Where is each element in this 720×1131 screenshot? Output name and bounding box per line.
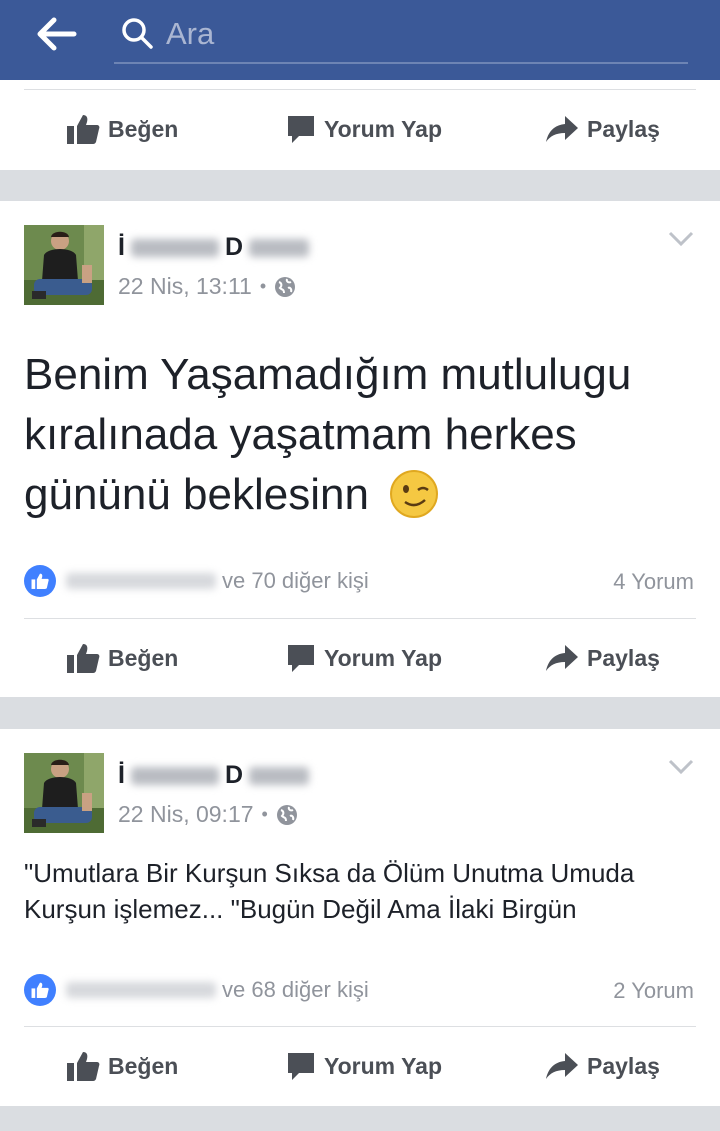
share-arrow-icon xyxy=(546,116,578,142)
share-label: Paylaş xyxy=(587,1052,660,1079)
comment-label: Yorum Yap xyxy=(324,1052,443,1079)
globe-icon xyxy=(275,276,296,297)
post-actions: Beğen Yorum Yap Paylaş xyxy=(0,90,720,168)
avatar-image xyxy=(24,225,104,305)
like-summary[interactable]: ve 68 diğer kişi xyxy=(24,974,369,1006)
comment-label: Yorum Yap xyxy=(324,115,443,142)
redacted-text xyxy=(66,573,216,589)
avatar[interactable] xyxy=(24,225,104,305)
thumbs-up-icon xyxy=(67,115,100,144)
redacted-text xyxy=(66,982,216,998)
likes-count-text: ve 70 diğer kişi xyxy=(222,568,369,593)
redacted-text xyxy=(249,766,310,785)
share-button[interactable]: Paylaş xyxy=(545,90,660,168)
share-label: Paylaş xyxy=(587,115,660,142)
author-name-first: İ xyxy=(118,761,125,789)
like-label: Beğen xyxy=(108,644,179,671)
post-card: İ D 22 Nis, 13:11 • Benim Yaşamadığım mu… xyxy=(0,201,720,697)
share-button[interactable]: Paylaş xyxy=(545,619,660,697)
share-button[interactable]: Paylaş xyxy=(545,1027,660,1105)
share-arrow-icon xyxy=(546,645,578,671)
like-reaction-icon xyxy=(24,974,56,1006)
like-button[interactable]: Beğen xyxy=(66,1027,178,1105)
like-reaction-icon xyxy=(24,565,56,597)
author-name-last: D xyxy=(224,233,244,261)
avatar[interactable] xyxy=(24,753,104,833)
comment-label: Yorum Yap xyxy=(324,644,443,671)
post-text: "Umutlara Bir Kurşun Sıksa da Ölüm Unutm… xyxy=(24,858,635,924)
globe-icon xyxy=(276,804,297,825)
chevron-down-icon[interactable] xyxy=(668,759,694,775)
comment-button[interactable]: Yorum Yap xyxy=(286,619,442,697)
author-name-last: D xyxy=(224,761,244,789)
separator-dot: • xyxy=(259,276,267,296)
search-icon xyxy=(122,18,153,49)
share-label: Paylaş xyxy=(587,644,660,671)
likes-count-text: ve 68 diğer kişi xyxy=(222,977,369,1002)
comment-icon xyxy=(288,645,314,672)
post-text: Benim Yaşamadığım mutlulugu kıralınada y… xyxy=(24,345,704,525)
redacted-text xyxy=(130,238,219,257)
back-arrow-icon[interactable] xyxy=(34,14,78,54)
thumbs-up-icon xyxy=(67,1052,100,1081)
post-meta: 22 Nis, 09:17 • xyxy=(118,801,298,828)
comment-icon xyxy=(288,116,314,143)
comment-button[interactable]: Yorum Yap xyxy=(286,90,442,168)
redacted-text xyxy=(130,766,219,785)
timestamp[interactable]: 22 Nis, 13:11 xyxy=(118,273,252,300)
search-input[interactable] xyxy=(166,14,666,54)
comment-button[interactable]: Yorum Yap xyxy=(286,1027,442,1105)
top-bar xyxy=(0,0,720,80)
thumbs-up-icon xyxy=(67,644,100,673)
post-meta: 22 Nis, 13:11 • xyxy=(118,273,296,300)
wink-emoji-icon xyxy=(390,470,439,518)
author-name[interactable]: İ D xyxy=(118,761,315,790)
like-button[interactable]: Beğen xyxy=(66,90,178,168)
comments-count[interactable]: 2 Yorum xyxy=(613,978,694,1004)
avatar-image xyxy=(24,753,104,833)
separator-dot: • xyxy=(261,804,268,824)
share-arrow-icon xyxy=(546,1053,578,1079)
author-name[interactable]: İ D xyxy=(118,233,315,262)
comment-icon xyxy=(288,1053,314,1080)
post-actions: Beğen Yorum Yap Paylaş xyxy=(0,1027,720,1105)
author-name-first: İ xyxy=(118,233,125,261)
like-label: Beğen xyxy=(108,1052,179,1079)
like-button[interactable]: Beğen xyxy=(66,619,178,697)
chevron-down-icon[interactable] xyxy=(668,231,694,247)
post-card-previous: Beğen Yorum Yap Paylaş xyxy=(0,80,720,170)
search-bar[interactable] xyxy=(114,8,688,64)
post-card: İ D 22 Nis, 09:17 • "Umutlara Bir Kurşun… xyxy=(0,729,720,1106)
like-summary[interactable]: ve 70 diğer kişi xyxy=(24,565,369,597)
like-label: Beğen xyxy=(108,115,179,142)
redacted-text xyxy=(249,238,310,257)
post-actions: Beğen Yorum Yap Paylaş xyxy=(0,619,720,697)
post-text-content: Benim Yaşamadığım mutlulugu kıralınada y… xyxy=(24,350,632,519)
timestamp[interactable]: 22 Nis, 09:17 xyxy=(118,801,254,828)
comments-count[interactable]: 4 Yorum xyxy=(613,569,694,595)
